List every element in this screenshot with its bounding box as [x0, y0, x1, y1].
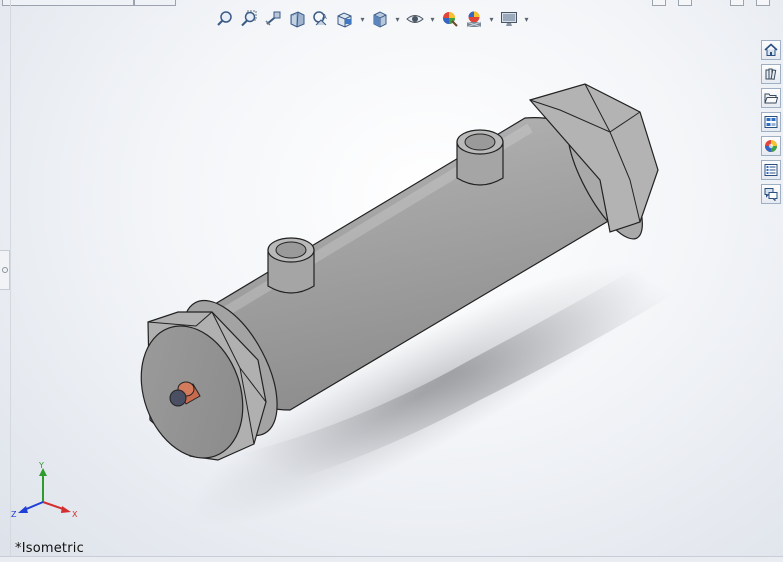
nozzle-top[interactable] [456, 129, 504, 186]
z-axis [23, 501, 44, 511]
x-axis-label: X [72, 510, 78, 519]
reference-triad: Y X Z [11, 462, 78, 519]
x-axis-arrow-icon [61, 506, 71, 513]
y-axis-label: Y [38, 462, 44, 470]
graphics-area[interactable]: A ▾ ▾ ▾ ▾ ▾ Y X Z *Isometric [0, 0, 783, 562]
bottom-tab-strip [0, 556, 783, 562]
model-viewport[interactable] [0, 0, 783, 561]
z-axis-arrow-icon [18, 506, 28, 513]
nozzle-middle[interactable] [267, 237, 315, 294]
view-orientation-label: *Isometric [15, 541, 84, 556]
z-axis-label: Z [11, 510, 17, 519]
